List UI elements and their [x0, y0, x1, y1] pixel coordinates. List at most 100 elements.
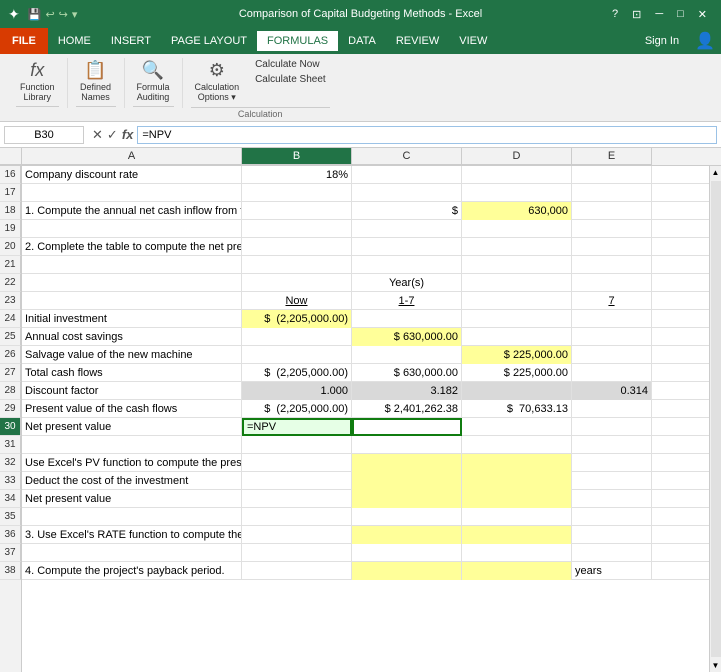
file-menu[interactable]: FILE — [0, 28, 48, 54]
cell-c22[interactable]: Year(s) — [352, 274, 462, 292]
cell-b21[interactable] — [242, 256, 352, 274]
menu-home[interactable]: HOME — [48, 31, 101, 51]
cell-d37[interactable] — [462, 544, 572, 562]
cell-d35[interactable] — [462, 508, 572, 526]
cell-a38[interactable]: 4. Compute the project's payback period. — [22, 562, 242, 580]
cell-e23[interactable]: 7 — [572, 292, 652, 310]
formula-input[interactable] — [137, 126, 717, 144]
quick-access-undo[interactable]: ↩ — [45, 8, 54, 21]
cell-b31[interactable] — [242, 436, 352, 454]
cell-c34[interactable] — [352, 490, 462, 508]
cell-c25[interactable]: $ 630,000.00 — [352, 328, 462, 346]
cell-c30[interactable] — [352, 418, 462, 436]
cell-d24[interactable] — [462, 310, 572, 328]
insert-function-icon[interactable]: fx — [122, 127, 134, 142]
cell-e30[interactable] — [572, 418, 652, 436]
cell-e28[interactable]: 0.314 — [572, 382, 652, 400]
cell-b27[interactable]: $ (2,205,000.00) — [242, 364, 352, 382]
cell-a27[interactable]: Total cash flows — [22, 364, 242, 382]
cell-d20[interactable] — [462, 238, 572, 256]
cell-e21[interactable] — [572, 256, 652, 274]
cell-a36[interactable]: 3. Use Excel's RATE function to compute … — [22, 526, 242, 544]
cell-e35[interactable] — [572, 508, 652, 526]
cell-b32[interactable] — [242, 454, 352, 472]
cell-e33[interactable] — [572, 472, 652, 490]
cell-a25[interactable]: Annual cost savings — [22, 328, 242, 346]
cell-e34[interactable] — [572, 490, 652, 508]
cell-e24[interactable] — [572, 310, 652, 328]
cell-a24[interactable]: Initial investment — [22, 310, 242, 328]
minimize-btn[interactable]: ─ — [649, 6, 669, 23]
name-box[interactable]: B30 — [4, 126, 84, 144]
formula-auditing-btn[interactable]: 🔍 FormulaAuditing — [133, 58, 174, 104]
cell-d17[interactable] — [462, 184, 572, 202]
cell-a16[interactable]: Company discount rate — [22, 166, 242, 184]
cell-b16[interactable]: 18% — [242, 166, 352, 184]
cell-a35[interactable] — [22, 508, 242, 526]
cell-c38[interactable] — [352, 562, 462, 580]
menu-formulas[interactable]: FORMULAS — [257, 31, 338, 51]
scroll-down-btn[interactable]: ▼ — [710, 659, 721, 672]
sign-in-btn[interactable]: Sign In — [635, 35, 689, 47]
quick-access-redo[interactable]: ↪ — [59, 8, 68, 21]
cell-c31[interactable] — [352, 436, 462, 454]
cell-e29[interactable] — [572, 400, 652, 418]
cell-c26[interactable] — [352, 346, 462, 364]
cell-d31[interactable] — [462, 436, 572, 454]
cell-e18[interactable] — [572, 202, 652, 220]
cell-e19[interactable] — [572, 220, 652, 238]
cell-b23[interactable]: Now — [242, 292, 352, 310]
cell-d36[interactable] — [462, 526, 572, 544]
help-btn[interactable]: ? — [606, 6, 624, 23]
calculation-options-btn[interactable]: ⚙ CalculationOptions ▾ — [191, 58, 244, 105]
cell-c23[interactable]: 1-7 — [352, 292, 462, 310]
menu-data[interactable]: DATA — [338, 31, 386, 51]
cell-b17[interactable] — [242, 184, 352, 202]
cell-e25[interactable] — [572, 328, 652, 346]
cell-b28[interactable]: 1.000 — [242, 382, 352, 400]
cell-a33[interactable]: Deduct the cost of the investment — [22, 472, 242, 490]
cell-b26[interactable] — [242, 346, 352, 364]
cell-a26[interactable]: Salvage value of the new machine — [22, 346, 242, 364]
cell-d18[interactable]: 630,000 — [462, 202, 572, 220]
cell-d26[interactable]: $ 225,000.00 — [462, 346, 572, 364]
cell-c29[interactable]: $ 2,401,262.38 — [352, 400, 462, 418]
cell-c37[interactable] — [352, 544, 462, 562]
cell-c19[interactable] — [352, 220, 462, 238]
cell-a22[interactable] — [22, 274, 242, 292]
vertical-scrollbar[interactable]: ▲ ▼ — [709, 166, 721, 672]
cell-d30[interactable] — [462, 418, 572, 436]
cell-a29[interactable]: Present value of the cash flows — [22, 400, 242, 418]
cell-c32[interactable] — [352, 454, 462, 472]
cell-a20[interactable]: 2. Complete the table to compute the net… — [22, 238, 242, 256]
defined-names-btn[interactable]: 📋 DefinedNames — [76, 58, 116, 104]
cell-c33[interactable] — [352, 472, 462, 490]
cell-b24[interactable]: $ (2,205,000.00) — [242, 310, 352, 328]
cell-d29[interactable]: $ 70,633.13 — [462, 400, 572, 418]
cell-e32[interactable] — [572, 454, 652, 472]
cell-b29[interactable]: $ (2,205,000.00) — [242, 400, 352, 418]
cell-c18[interactable]: $ — [352, 202, 462, 220]
cell-b33[interactable] — [242, 472, 352, 490]
cell-a37[interactable] — [22, 544, 242, 562]
cell-a18[interactable]: 1. Compute the annual net cash inflow fr… — [22, 202, 242, 220]
cell-b22[interactable] — [242, 274, 352, 292]
cell-e36[interactable] — [572, 526, 652, 544]
cell-c21[interactable] — [352, 256, 462, 274]
cell-a34[interactable]: Net present value — [22, 490, 242, 508]
cell-b18[interactable] — [242, 202, 352, 220]
menu-page-layout[interactable]: PAGE LAYOUT — [161, 31, 257, 51]
cell-b30[interactable]: =NPV A NPV — [242, 418, 352, 436]
cell-b20[interactable] — [242, 238, 352, 256]
cell-a23[interactable] — [22, 292, 242, 310]
cell-b37[interactable] — [242, 544, 352, 562]
cell-d28[interactable] — [462, 382, 572, 400]
cell-a28[interactable]: Discount factor — [22, 382, 242, 400]
cell-d19[interactable] — [462, 220, 572, 238]
menu-insert[interactable]: INSERT — [101, 31, 161, 51]
cell-e16[interactable] — [572, 166, 652, 184]
cell-d38[interactable] — [462, 562, 572, 580]
cell-e20[interactable] — [572, 238, 652, 256]
menu-view[interactable]: VIEW — [449, 31, 497, 51]
cell-a21[interactable] — [22, 256, 242, 274]
